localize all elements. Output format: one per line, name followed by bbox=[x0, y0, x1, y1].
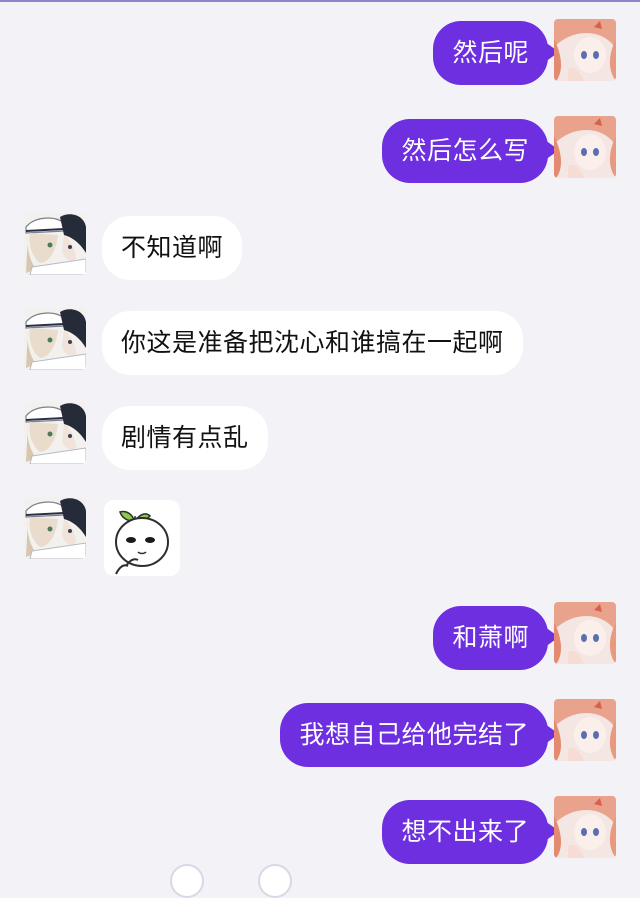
message-bubble[interactable]: 剧情有点乱 bbox=[102, 406, 268, 470]
other-avatar[interactable] bbox=[24, 497, 86, 559]
partial-icon bbox=[170, 864, 204, 898]
sprout-face-sticker[interactable] bbox=[104, 500, 180, 576]
message-bubble[interactable]: 我想自己给他完结了 bbox=[280, 703, 559, 767]
other-avatar[interactable] bbox=[24, 213, 86, 275]
message-bubble[interactable]: 不知道啊 bbox=[102, 216, 243, 280]
self-avatar[interactable] bbox=[554, 602, 616, 664]
message-bubble[interactable]: 和萧啊 bbox=[433, 606, 559, 670]
self-avatar[interactable] bbox=[554, 699, 616, 761]
message-bubble[interactable]: 然后怎么写 bbox=[382, 119, 559, 183]
self-avatar[interactable] bbox=[554, 116, 616, 178]
message-bubble[interactable]: 想不出来了 bbox=[382, 800, 559, 864]
other-avatar[interactable] bbox=[24, 402, 86, 464]
self-avatar[interactable] bbox=[554, 19, 616, 81]
top-border bbox=[0, 0, 640, 2]
partial-icon bbox=[258, 864, 292, 898]
message-bubble[interactable]: 然后呢 bbox=[433, 21, 559, 85]
self-avatar[interactable] bbox=[554, 796, 616, 858]
message-bubble[interactable]: 你这是准备把沈心和谁搞在一起啊 bbox=[102, 311, 523, 375]
other-avatar[interactable] bbox=[24, 308, 86, 370]
